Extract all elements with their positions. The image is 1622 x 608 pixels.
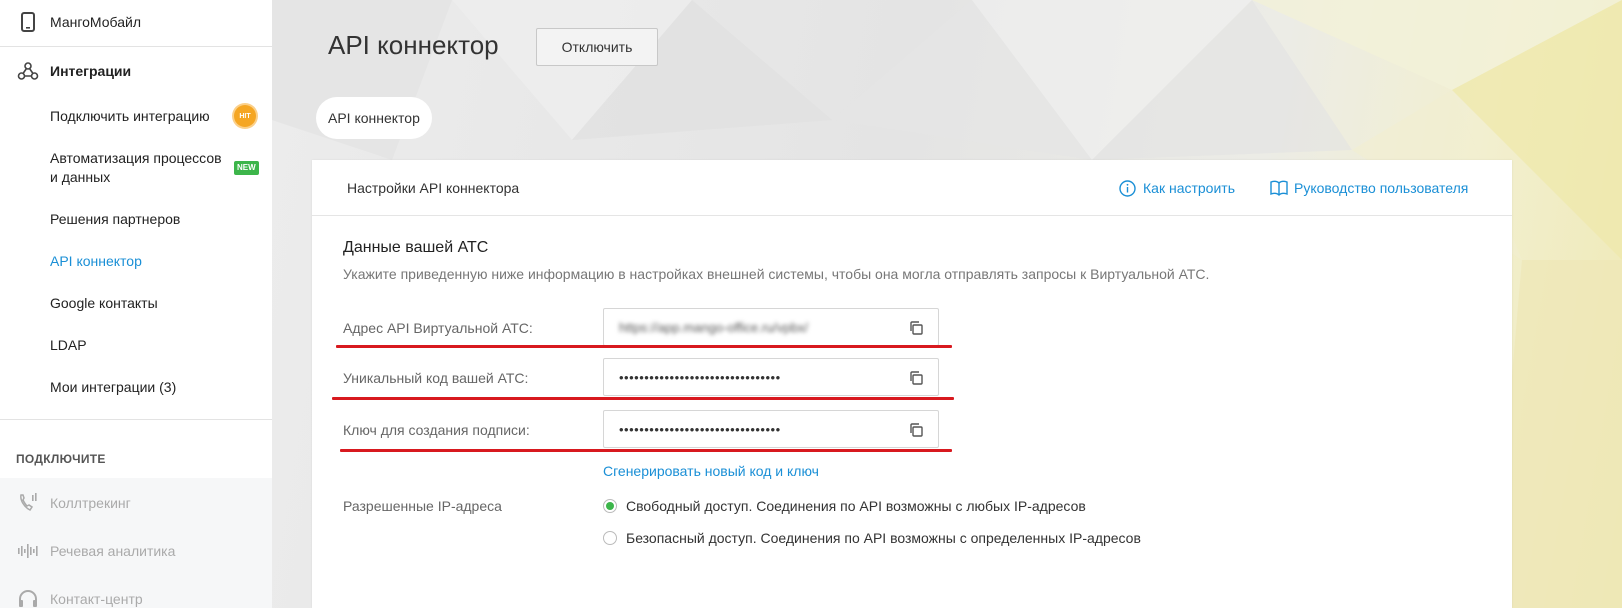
sidebar-item-connect-integration[interactable]: Подключить интеграцию [50, 107, 210, 126]
sidebar-section-title: ПОДКЛЮЧИТЕ [16, 452, 106, 466]
radio-button[interactable] [603, 531, 617, 545]
copy-icon[interactable] [908, 320, 924, 336]
pbx-code-field[interactable]: •••••••••••••••••••••••••••••••• [603, 358, 939, 396]
phone-icon [17, 11, 39, 33]
how-to-setup-label: Как настроить [1143, 180, 1235, 196]
radio-button-selected[interactable] [603, 499, 617, 513]
sidebar-item-google-contacts[interactable]: Google контакты [50, 294, 158, 313]
sidebar-item-api-connector[interactable]: API коннектор [50, 252, 142, 271]
signature-key-field[interactable]: •••••••••••••••••••••••••••••••• [603, 410, 939, 448]
disconnect-button[interactable]: Отключить [536, 28, 658, 66]
sidebar-item-label: Контакт-центр [50, 591, 143, 607]
sidebar-divider [0, 46, 272, 47]
pbx-code-value: •••••••••••••••••••••••••••••••• [619, 370, 781, 385]
signature-key-value: •••••••••••••••••••••••••••••••• [619, 422, 781, 437]
tab-api-connector[interactable]: API коннектор [316, 97, 432, 139]
card-title: Настройки API коннектора [347, 180, 520, 196]
api-address-label: Адрес API Виртуальной АТС: [343, 320, 533, 336]
sidebar-item-integrations[interactable]: Интеграции [0, 59, 272, 83]
sidebar-item-label: МангоМобайл [50, 14, 141, 30]
sidebar-item-my-integrations[interactable]: Мои интеграции (3) [50, 378, 176, 397]
sidebar-item-speech-analytics[interactable]: Речевая аналитика [0, 540, 272, 562]
card-header: Настройки API коннектора Как настроить Р… [312, 160, 1512, 216]
annotation-underline [340, 449, 952, 452]
sidebar-item-contact-center[interactable]: Контакт-центр [0, 588, 272, 608]
radio-secure-access[interactable]: Безопасный доступ. Соединения по API воз… [603, 530, 1141, 546]
new-badge: NEW [234, 161, 259, 175]
hit-badge: HIT [234, 105, 256, 127]
section-description: Укажите приведенную ниже информацию в на… [343, 266, 1210, 282]
copy-icon[interactable] [908, 422, 924, 438]
user-manual-link[interactable]: Руководство пользователя [1270, 179, 1468, 197]
annotation-underline [332, 397, 954, 400]
user-manual-label: Руководство пользователя [1294, 180, 1469, 196]
calltracking-icon [17, 492, 39, 514]
sidebar-item-mangomobile[interactable]: МангоМобайл [0, 10, 272, 34]
how-to-setup-link[interactable]: Как настроить [1119, 179, 1235, 197]
signature-key-label: Ключ для создания подписи: [343, 422, 530, 438]
api-address-field[interactable]: https://app.mango-office.ru/vpbx/ [603, 308, 939, 346]
book-icon [1270, 179, 1288, 197]
section-title: Данные вашей АТС [343, 239, 489, 256]
sidebar-divider [0, 419, 272, 420]
pbx-code-label: Уникальный код вашей АТС: [343, 370, 529, 386]
generate-new-key-link[interactable]: Сгенерировать новый код и ключ [603, 463, 819, 479]
info-icon [1119, 179, 1137, 197]
webhook-icon [17, 60, 39, 82]
radio-free-access-label: Свободный доступ. Соединения по API возм… [626, 498, 1086, 514]
allowed-ip-label: Разрешенные IP-адреса [343, 498, 502, 514]
api-address-value: https://app.mango-office.ru/vpbx/ [619, 320, 809, 335]
sound-wave-icon [17, 540, 39, 562]
headset-icon [17, 588, 39, 608]
sidebar-item-label: Интеграции [50, 63, 132, 79]
sidebar-item-ldap[interactable]: LDAP [50, 336, 87, 355]
sidebar-item-label: Коллтрекинг [50, 495, 131, 511]
sidebar-item-label-line2: и данных [50, 169, 111, 185]
sidebar-item-label-line1: Автоматизация процессов [50, 150, 222, 166]
sidebar: МангоМобайл Интеграции Подключить интегр… [0, 0, 272, 608]
sidebar-item-label: Речевая аналитика [50, 543, 176, 559]
page-title: API коннектор [328, 30, 499, 60]
copy-icon[interactable] [908, 370, 924, 386]
sidebar-item-automation[interactable]: Автоматизация процессов и данных [50, 149, 222, 187]
annotation-underline [336, 345, 952, 348]
sidebar-item-partner-solutions[interactable]: Решения партнеров [50, 210, 180, 229]
settings-card: Настройки API коннектора Как настроить Р… [312, 160, 1512, 608]
sidebar-item-calltracking[interactable]: Коллтрекинг [0, 492, 272, 514]
radio-free-access[interactable]: Свободный доступ. Соединения по API возм… [603, 498, 1086, 514]
radio-secure-access-label: Безопасный доступ. Соединения по API воз… [626, 530, 1141, 546]
